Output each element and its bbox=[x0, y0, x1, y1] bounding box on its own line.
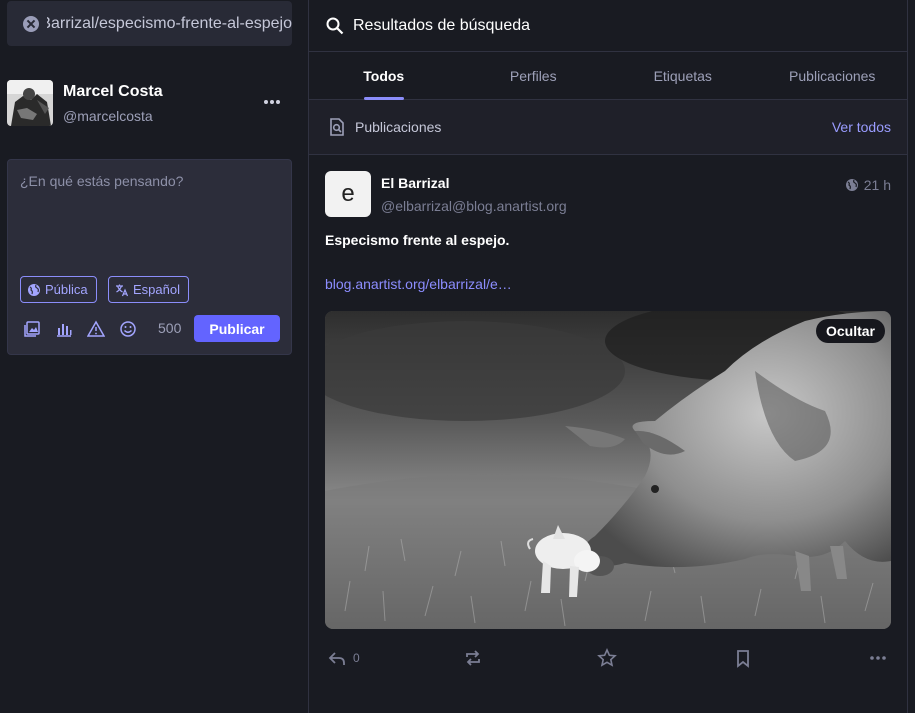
tab-todos[interactable]: Todos bbox=[309, 52, 459, 99]
search-box[interactable] bbox=[7, 1, 292, 46]
compose-textarea[interactable]: ¿En qué estás pensando? bbox=[20, 173, 183, 189]
tab-perfiles[interactable]: Perfiles bbox=[459, 52, 609, 99]
reply-button[interactable]: 0 bbox=[327, 646, 360, 670]
section-title: Publicaciones bbox=[355, 119, 442, 135]
visibility-button[interactable]: Pública bbox=[20, 276, 97, 303]
boost-button[interactable] bbox=[463, 646, 483, 670]
translate-icon bbox=[116, 284, 129, 296]
bookmark-button[interactable] bbox=[733, 646, 753, 670]
status-avatar[interactable]: e bbox=[325, 171, 371, 217]
status-display-name[interactable]: El Barrizal bbox=[381, 175, 449, 191]
left-column: Marcel Costa @marcelcosta ¿En qué estás … bbox=[0, 0, 300, 713]
pig-photo bbox=[325, 311, 891, 629]
media-upload-icon[interactable] bbox=[23, 320, 41, 338]
publish-button[interactable]: Publicar bbox=[194, 315, 280, 342]
status-action-bar: 0 bbox=[325, 646, 891, 670]
status-handle[interactable]: @elbarrizal@blog.anartist.org bbox=[381, 198, 567, 214]
media-attachment[interactable]: Ocultar bbox=[325, 311, 891, 629]
globe-icon bbox=[28, 283, 40, 296]
poll-icon[interactable] bbox=[55, 320, 73, 338]
avatar[interactable] bbox=[7, 80, 53, 126]
emoji-icon[interactable] bbox=[119, 320, 137, 338]
language-button[interactable]: Español bbox=[108, 276, 189, 303]
search-icon bbox=[326, 17, 344, 34]
column-title: Resultados de búsqueda bbox=[353, 16, 531, 34]
account-card: Marcel Costa @marcelcosta bbox=[7, 80, 292, 128]
section-header: Publicaciones Ver todos bbox=[309, 100, 907, 155]
language-label: Español bbox=[133, 282, 180, 297]
character-counter: 500 bbox=[158, 320, 182, 336]
time-label: 21 h bbox=[863, 177, 891, 193]
reply-icon bbox=[328, 652, 345, 665]
visibility-label: Pública bbox=[45, 282, 88, 297]
more-options-icon[interactable] bbox=[868, 646, 888, 670]
content-warning-icon[interactable] bbox=[86, 320, 106, 338]
status-link[interactable]: blog.anartist.org/elbarrizal/e… bbox=[325, 276, 512, 292]
boost-icon bbox=[466, 650, 480, 666]
tab-etiquetas[interactable]: Etiquetas bbox=[608, 52, 758, 99]
account-handle[interactable]: @marcelcosta bbox=[63, 108, 153, 124]
bookmark-icon bbox=[737, 650, 749, 668]
column-header: Resultados de búsqueda bbox=[309, 0, 907, 52]
favourite-button[interactable] bbox=[597, 646, 617, 670]
find-in-page-icon bbox=[330, 118, 344, 136]
globe-icon bbox=[845, 179, 858, 191]
clear-search-icon[interactable] bbox=[23, 15, 39, 32]
search-input[interactable] bbox=[47, 14, 292, 33]
tab-publicaciones[interactable]: Publicaciones bbox=[758, 52, 908, 99]
hide-media-button[interactable]: Ocultar bbox=[815, 319, 885, 343]
status-title: Especismo frente al espejo. bbox=[325, 232, 510, 248]
status-timestamp[interactable]: 21 h bbox=[845, 177, 891, 193]
results-tabs: Todos Perfiles Etiquetas Publicaciones bbox=[309, 52, 907, 100]
search-results-column: Resultados de búsqueda Todos Perfiles Et… bbox=[308, 0, 908, 713]
reply-count: 0 bbox=[353, 651, 360, 665]
more-options-icon[interactable] bbox=[262, 92, 282, 112]
status-card[interactable]: e El Barrizal @elbarrizal@blog.anartist.… bbox=[309, 155, 907, 217]
see-all-link[interactable]: Ver todos bbox=[832, 119, 891, 135]
account-name[interactable]: Marcel Costa bbox=[63, 83, 163, 101]
star-icon bbox=[597, 648, 617, 667]
compose-form: ¿En qué estás pensando? Pública Español … bbox=[7, 159, 292, 355]
